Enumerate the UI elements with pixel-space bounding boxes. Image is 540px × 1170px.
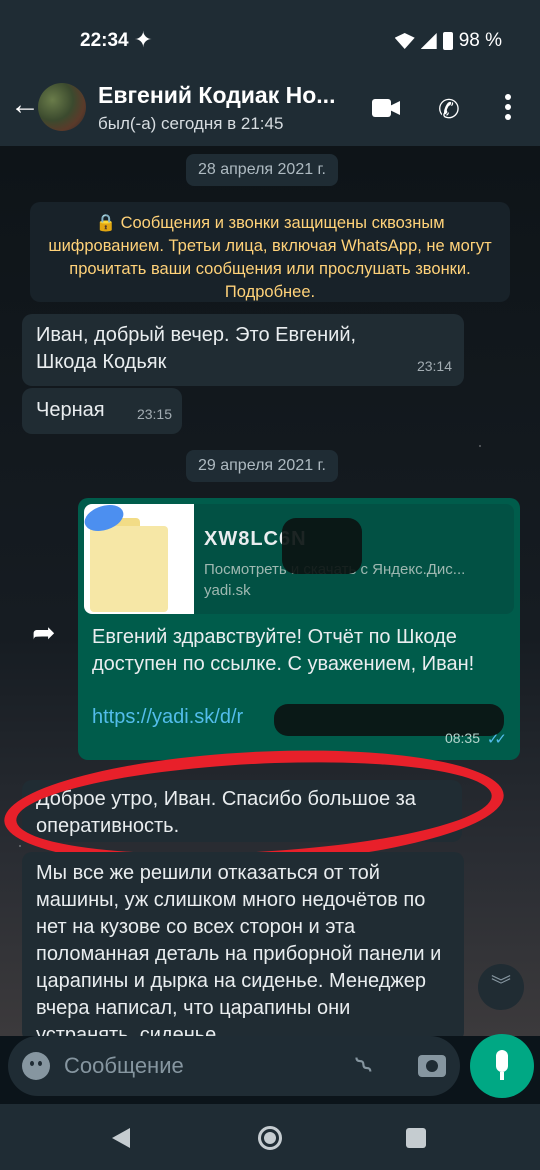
message-time: 23:14 bbox=[416, 358, 452, 374]
message-time: 08:35 bbox=[444, 730, 480, 746]
nav-recents-icon[interactable] bbox=[406, 1128, 426, 1148]
status-bar: 22:34 ✦ 98 % bbox=[0, 0, 540, 80]
last-seen: был(-а) сегодня в 21:45 bbox=[98, 114, 284, 133]
video-call-icon[interactable] bbox=[372, 99, 400, 117]
message-link[interactable]: https://yadi.sk/d/r bbox=[92, 704, 243, 731]
mic-button[interactable] bbox=[470, 1034, 534, 1098]
message-text: Мы все же решили отказаться от той машин… bbox=[36, 862, 442, 1036]
message-input[interactable] bbox=[64, 1048, 344, 1084]
message-incoming[interactable]: Черная 23:15 bbox=[22, 388, 182, 434]
status-time: 22:34 bbox=[80, 30, 129, 51]
forward-icon[interactable]: ➦ bbox=[32, 616, 55, 649]
link-preview[interactable]: XW8LC6N Посмотреть и скачать с Яндекс.Ди… bbox=[84, 504, 514, 614]
chevron-double-down-icon[interactable]: ︾ bbox=[478, 964, 524, 1010]
camera-icon[interactable] bbox=[418, 1055, 446, 1077]
date-chip: 29 апреля 2021 г. bbox=[186, 450, 338, 482]
paperclip-icon[interactable]: ⌇ bbox=[349, 1050, 380, 1081]
message-outgoing[interactable]: XW8LC6N Посмотреть и скачать с Яндекс.Ди… bbox=[78, 498, 520, 760]
battery-icon bbox=[442, 32, 453, 50]
date-chip: 28 апреля 2021 г. bbox=[186, 154, 338, 186]
wifi-icon bbox=[394, 33, 415, 49]
encryption-notice[interactable]: 🔒 Сообщения и звонки защищены сквозным ш… bbox=[30, 202, 510, 302]
chat-header: ← Евгений Кодиак Но... был(-а) сегодня в… bbox=[0, 72, 540, 146]
read-ticks-icon: ✓✓ bbox=[486, 731, 507, 748]
message-composer: ⌇ bbox=[8, 1036, 460, 1096]
chat-area[interactable]: 28 апреля 2021 г. 🔒 Сообщения и звонки з… bbox=[0, 146, 540, 1036]
message-incoming[interactable]: Иван, добрый вечер. Это Евгений, Шкода К… bbox=[22, 314, 464, 386]
emoji-icon[interactable] bbox=[22, 1052, 50, 1080]
link-preview-domain: yadi.sk bbox=[204, 582, 251, 599]
arrow-back-icon[interactable]: ← bbox=[10, 88, 40, 122]
phone-icon[interactable]: ✆ bbox=[438, 94, 460, 125]
message-incoming[interactable]: Мы все же решили отказаться от той машин… bbox=[22, 852, 464, 1036]
message-text: Евгений здравствуйте! Отчёт по Шкоде дос… bbox=[92, 626, 475, 675]
signal-icon bbox=[420, 33, 437, 49]
message-text: Иван, добрый вечер. Это Евгений, Шкода К… bbox=[36, 324, 357, 373]
more-vert-icon[interactable] bbox=[505, 94, 511, 122]
avatar[interactable] bbox=[38, 83, 86, 131]
system-nav-bar bbox=[0, 1104, 540, 1170]
nav-back-icon[interactable] bbox=[112, 1128, 130, 1148]
mic-icon bbox=[496, 1050, 508, 1072]
status-indicators: 98 % bbox=[394, 30, 502, 52]
message-time: 23:15 bbox=[136, 406, 172, 422]
folder-thumbnail bbox=[84, 504, 194, 614]
sparkle-icon: ✦ bbox=[134, 27, 153, 52]
contact-name[interactable]: Евгений Кодиак Но... bbox=[98, 82, 335, 109]
nav-home-icon[interactable] bbox=[258, 1126, 282, 1150]
battery-level: 98 % bbox=[458, 30, 502, 51]
redaction-mark bbox=[282, 518, 362, 574]
